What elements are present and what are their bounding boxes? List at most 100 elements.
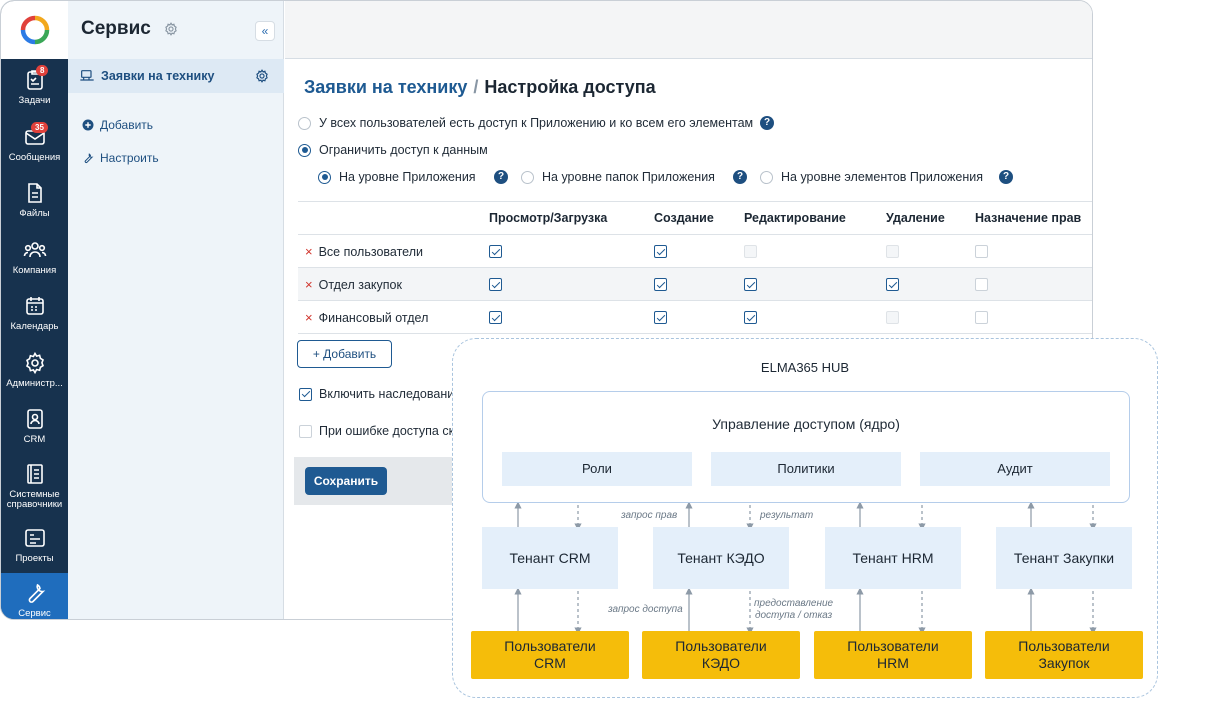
nav-item-admin[interactable]: Администр... — [1, 342, 68, 399]
side-add-label: Добавить — [100, 118, 154, 132]
permission-checkbox[interactable] — [744, 311, 757, 325]
nav-item-projects[interactable]: Проекты — [1, 517, 68, 574]
radio-level-elements[interactable]: На уровне элементов Приложения — [760, 170, 983, 184]
remove-row-icon[interactable]: × — [298, 244, 313, 259]
core-title: Управление доступом (ядро) — [712, 416, 900, 432]
col-view: Просмотр/Загрузка — [489, 201, 654, 235]
users-line1: Пользователи — [504, 638, 596, 654]
nav-item-files[interactable]: Файлы — [1, 172, 68, 229]
tenant-hrm: Тенант HRM — [825, 527, 961, 589]
tenant-procurement: Тенант Закупки — [996, 527, 1132, 589]
radio-restricted[interactable]: Ограничить доступ к данным — [298, 143, 488, 157]
radio-dot-selected — [318, 170, 331, 184]
app-settings-icon[interactable] — [255, 69, 269, 83]
service-wrench-icon — [28, 583, 45, 603]
radio-restricted-label: Ограничить доступ к данным — [319, 143, 488, 157]
permission-checkbox[interactable] — [654, 245, 667, 259]
col-assign: Назначение прав — [975, 201, 1092, 235]
radio-dot-selected — [298, 143, 311, 157]
radio-level-folders[interactable]: На уровне папок Приложения — [521, 170, 715, 184]
nav-label: CRM — [23, 435, 46, 446]
nav-item-service[interactable]: Сервис — [1, 573, 68, 619]
side-configure-link[interactable]: Настроить — [82, 151, 159, 165]
row-group-name: Финансовый отдел — [318, 310, 429, 325]
hub-title: ELMA365 HUB — [760, 360, 850, 375]
inherit-checkbox[interactable] — [299, 387, 312, 401]
elma-logo[interactable] — [1, 1, 68, 59]
page-title: Настройка доступа — [484, 77, 656, 97]
messages-badge: 35 — [31, 121, 48, 133]
inherit-checkbox-row[interactable]: Включить наследование — [299, 387, 461, 401]
permission-cell — [886, 267, 975, 301]
permission-checkbox[interactable] — [744, 278, 757, 292]
permission-cell — [886, 234, 975, 268]
tasks-badge: 8 — [36, 65, 49, 76]
access-table: Просмотр/Загрузка Создание Редактировани… — [298, 201, 1092, 334]
app-request-icon — [80, 70, 94, 81]
breadcrumb-parent[interactable]: Заявки на технику — [304, 77, 467, 97]
permission-checkbox[interactable] — [489, 311, 502, 325]
nav-item-messages[interactable]: 35 Сообщения — [1, 116, 68, 173]
nav-label: Файлы — [19, 209, 50, 220]
help-icon[interactable]: ? — [999, 170, 1013, 184]
radio-level-app[interactable]: На уровне Приложения — [318, 170, 476, 184]
app-item-equipment-requests[interactable]: Заявки на технику — [68, 59, 284, 93]
help-icon[interactable]: ? — [733, 170, 747, 184]
permission-checkbox[interactable] — [489, 278, 502, 292]
add-group-button[interactable]: + Добавить — [297, 340, 392, 368]
permission-cell — [744, 300, 886, 334]
side-configure-label: Настроить — [100, 151, 159, 165]
permission-checkbox[interactable] — [975, 311, 988, 325]
permission-checkbox[interactable] — [654, 278, 667, 292]
save-button[interactable]: Сохранить — [305, 467, 387, 495]
nav-item-company[interactable]: Компания — [1, 229, 68, 286]
permission-checkbox — [744, 245, 757, 259]
section-panel: Сервис « Заявки на технику Добавить Наст… — [68, 1, 284, 619]
annotation-access-request: запрос доступа — [608, 604, 683, 615]
nav-label: Системные справочники — [6, 489, 63, 510]
nav-label: Сервис — [18, 609, 51, 619]
row-group-name: Все пользователи — [318, 244, 423, 259]
col-create: Создание — [654, 201, 744, 235]
radio-all-access[interactable]: У всех пользователей есть доступ к Прило… — [298, 116, 753, 130]
help-icon[interactable]: ? — [760, 116, 774, 130]
users-line1: Пользователи — [847, 638, 939, 654]
nav-label: Компания — [12, 265, 57, 276]
help-icon[interactable]: ? — [494, 170, 508, 184]
permission-checkbox[interactable] — [489, 245, 502, 259]
radio-level-app-label: На уровне Приложения — [339, 170, 476, 184]
nav-label: Проекты — [15, 553, 54, 564]
tenant-kedo: Тенант КЭДО — [653, 527, 789, 589]
nav-item-tasks[interactable]: 8 Задачи — [1, 59, 68, 116]
directories-icon — [26, 463, 43, 484]
remove-row-icon[interactable]: × — [298, 310, 313, 325]
permission-checkbox[interactable] — [975, 278, 988, 292]
permission-cell — [489, 234, 654, 268]
row-name-cell: × Финансовый отдел — [298, 300, 489, 334]
section-settings-icon[interactable] — [164, 22, 178, 36]
breadcrumb-separator: / — [473, 77, 479, 97]
collapse-panel-button[interactable]: « — [255, 21, 275, 41]
radio-level-folders-label: На уровне папок Приложения — [542, 170, 715, 184]
permission-checkbox[interactable] — [975, 245, 988, 259]
permission-cell — [489, 267, 654, 301]
users-line2: Закупок — [1038, 655, 1090, 671]
permission-checkbox[interactable] — [654, 311, 667, 325]
nav-item-calendar[interactable]: Календарь — [1, 285, 68, 342]
on-error-checkbox-row[interactable]: При ошибке доступа скр — [299, 424, 461, 438]
row-name-cell: × Все пользователи — [298, 234, 489, 268]
remove-row-icon[interactable]: × — [298, 277, 313, 292]
col-edit: Редактирование — [744, 201, 886, 235]
permission-checkbox[interactable] — [886, 278, 899, 292]
nav-item-directories[interactable]: Системные справочники — [1, 455, 68, 517]
on-error-checkbox[interactable] — [299, 424, 312, 438]
files-icon — [27, 183, 42, 204]
col-delete: Удаление — [886, 201, 975, 235]
users-hrm: Пользователи HRM — [814, 631, 972, 679]
side-add-link[interactable]: Добавить — [82, 118, 153, 132]
permission-cell — [654, 300, 744, 334]
projects-icon — [24, 528, 45, 547]
table-row: × Финансовый отдел — [298, 300, 1092, 334]
nav-label: Сообщения — [8, 152, 61, 163]
nav-item-crm[interactable]: CRM — [1, 398, 68, 455]
